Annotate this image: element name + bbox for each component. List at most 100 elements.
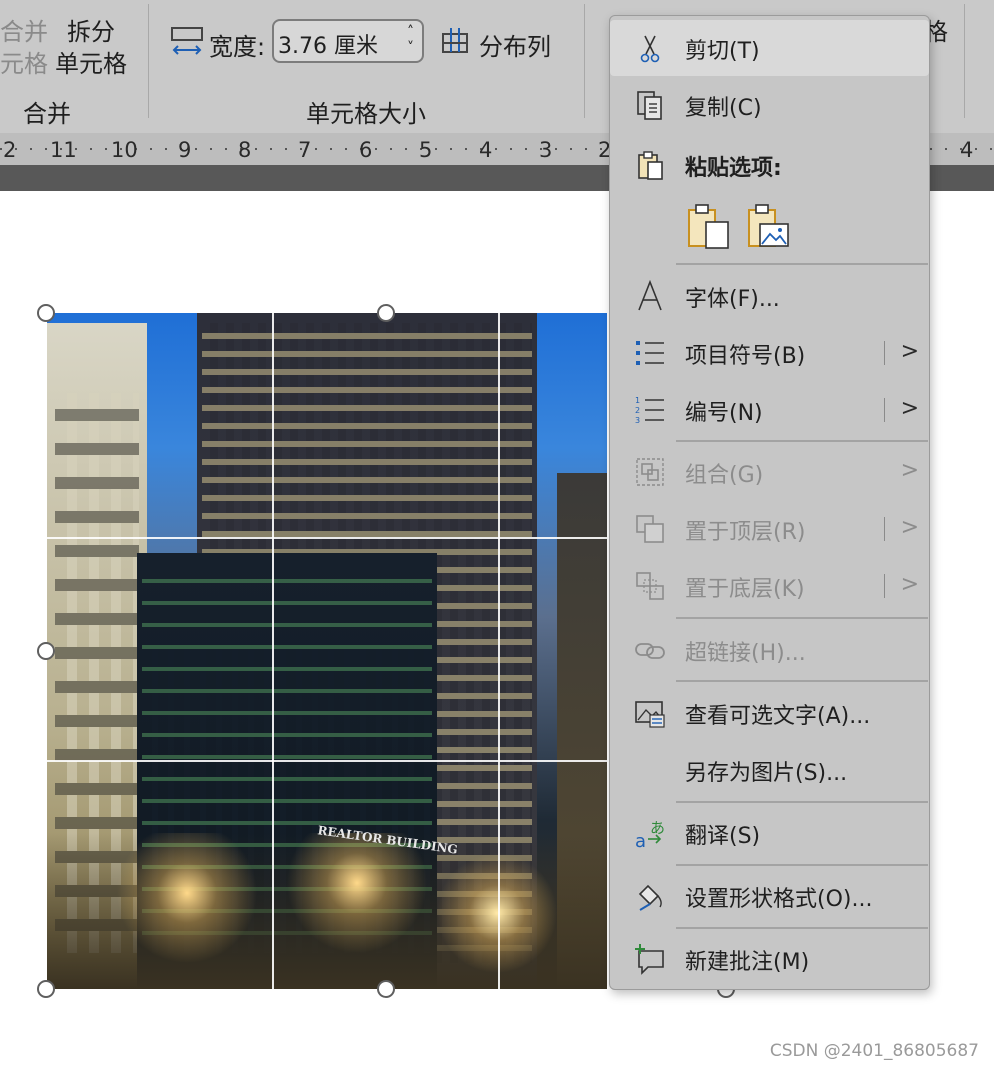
menu-label: 编号(N) — [685, 401, 763, 426]
watermark: CSDN @2401_86805687 — [769, 1041, 979, 1061]
svg-text:2: 2 — [635, 406, 640, 415]
distribute-columns-button[interactable]: 分布列 — [479, 27, 551, 62]
menu-item-bullets[interactable]: 项目符号(B) > — [610, 325, 929, 381]
cell-width-icon — [171, 27, 203, 55]
group-separator — [148, 4, 149, 118]
cell-width-input[interactable]: 3.76 厘米 ˄ ˅ — [272, 19, 424, 63]
paste-as-picture-icon[interactable] — [746, 202, 792, 252]
distribute-columns-icon — [442, 28, 468, 53]
menu-label: 置于底层(K) — [685, 577, 805, 602]
ruler-tick: 6 — [359, 138, 373, 162]
menu-item-hyperlink[interactable]: 超链接(H)... — [610, 622, 929, 678]
context-menu: 剪切(T) 复制(C) 粘贴选项: 字体(F)... 项目符号(B) > 1 2… — [609, 15, 930, 990]
scissors-icon — [640, 35, 660, 63]
menu-item-numbering[interactable]: 1 2 3 编号(N) > — [610, 382, 929, 438]
width-label: 宽度: — [209, 33, 266, 61]
paste-keep-source-icon[interactable] — [686, 202, 732, 252]
menu-separator — [676, 440, 928, 442]
ruler-tick: 8 — [238, 138, 252, 162]
resize-handle-bottom[interactable] — [377, 980, 395, 998]
menu-item-new-comment[interactable]: 新建批注(M) — [610, 931, 929, 987]
merge-group-label: 合并 — [23, 100, 71, 128]
ruler-tick: 7 — [298, 138, 312, 162]
alt-text-icon — [635, 701, 665, 728]
split-cells-button-line1[interactable]: 拆分 — [67, 12, 115, 47]
group-separator — [584, 4, 585, 118]
resize-handle-left[interactable] — [37, 642, 55, 660]
spinner-icon[interactable]: ˄ ˅ — [407, 24, 414, 56]
table-gridline — [272, 313, 274, 989]
menu-separator — [676, 263, 928, 265]
menu-item-send-to-back[interactable]: 置于底层(K) > — [610, 558, 929, 614]
font-icon — [638, 280, 662, 311]
ruler-tick: 9 — [178, 138, 192, 162]
svg-text:あ: あ — [650, 819, 665, 837]
menu-separator — [676, 801, 928, 803]
menu-item-cut[interactable]: 剪切(T) — [610, 20, 929, 76]
ruler-tick: 11 — [50, 138, 77, 162]
menu-label: 字体(F)... — [685, 287, 780, 312]
menu-separator — [676, 927, 928, 929]
menu-item-format-shape[interactable]: 设置形状格式(O)... — [610, 868, 929, 924]
menu-item-alt-text[interactable]: 查看可选文字(A)... — [610, 685, 929, 741]
chevron-right-icon: > — [900, 515, 919, 540]
ruler-tick: 2 — [3, 138, 17, 162]
svg-text:a: a — [635, 831, 646, 849]
menu-label: 新建批注(M) — [685, 950, 810, 975]
menu-item-copy[interactable]: 复制(C) — [610, 77, 929, 133]
table-gridline — [47, 537, 607, 539]
group-icon — [636, 458, 664, 486]
svg-text:1: 1 — [635, 396, 640, 405]
bullets-icon — [636, 341, 664, 365]
split-bar — [884, 398, 885, 422]
numbering-icon: 1 2 3 — [635, 396, 664, 425]
menu-label: 超链接(H)... — [685, 641, 806, 666]
new-comment-icon — [635, 944, 664, 975]
split-bar — [884, 517, 885, 541]
ruler-tick: 10 — [111, 138, 138, 162]
ruler-tick: 5 — [419, 138, 433, 162]
menu-separator — [676, 864, 928, 866]
menu-label: 复制(C) — [685, 96, 762, 121]
image-street-lights — [47, 833, 607, 989]
resize-handle-top-left[interactable] — [37, 304, 55, 322]
menu-label: 项目符号(B) — [685, 344, 806, 369]
ruler-tick: 3 — [539, 138, 553, 162]
menu-label: 查看可选文字(A)... — [685, 704, 871, 729]
split-bar — [884, 574, 885, 598]
split-cells-button-line2[interactable]: 单元格 — [55, 44, 127, 79]
menu-item-paste-options: 粘贴选项: — [610, 137, 929, 193]
menu-label: 另存为图片(S)... — [685, 761, 848, 786]
cell-size-group-label: 单元格大小 — [306, 100, 426, 128]
merge-cells-button-line1[interactable]: 合并 — [0, 12, 48, 47]
chevron-right-icon[interactable]: > — [901, 396, 919, 421]
bring-to-front-icon — [636, 515, 664, 543]
translate-icon: a あ — [635, 819, 665, 849]
cell-width-value: 3.76 厘米 — [278, 34, 378, 59]
menu-item-translate[interactable]: a あ 翻译(S) — [610, 805, 929, 861]
chevron-right-icon[interactable]: > — [901, 339, 919, 364]
menu-item-save-as-picture[interactable]: 另存为图片(S)... — [610, 742, 929, 798]
send-to-back-icon — [636, 572, 664, 600]
menu-label: 设置形状格式(O)... — [685, 887, 873, 912]
link-icon — [635, 643, 665, 659]
menu-label: 剪切(T) — [685, 39, 760, 64]
ruler-tick: 4 — [960, 138, 974, 162]
merge-cells-button-line2[interactable]: 元格 — [0, 44, 48, 79]
chevron-right-icon: > — [900, 458, 919, 483]
split-bar — [884, 341, 885, 365]
menu-item-group[interactable]: 组合(G) > — [610, 444, 929, 500]
menu-separator — [676, 617, 928, 619]
table-gridline — [498, 313, 500, 989]
menu-item-font[interactable]: 字体(F)... — [610, 268, 929, 324]
clipboard-icon — [638, 151, 663, 180]
menu-separator — [676, 680, 928, 682]
table-gridline — [47, 760, 607, 762]
menu-item-bring-to-front[interactable]: 置于顶层(R) > — [610, 501, 929, 557]
format-shape-icon — [638, 884, 662, 911]
resize-handle-bottom-left[interactable] — [37, 980, 55, 998]
menu-label: 翻译(S) — [685, 824, 761, 849]
selected-image[interactable]: REALTOR BUILDING — [47, 313, 607, 989]
resize-handle-top[interactable] — [377, 304, 395, 322]
menu-label: 置于顶层(R) — [685, 520, 806, 545]
